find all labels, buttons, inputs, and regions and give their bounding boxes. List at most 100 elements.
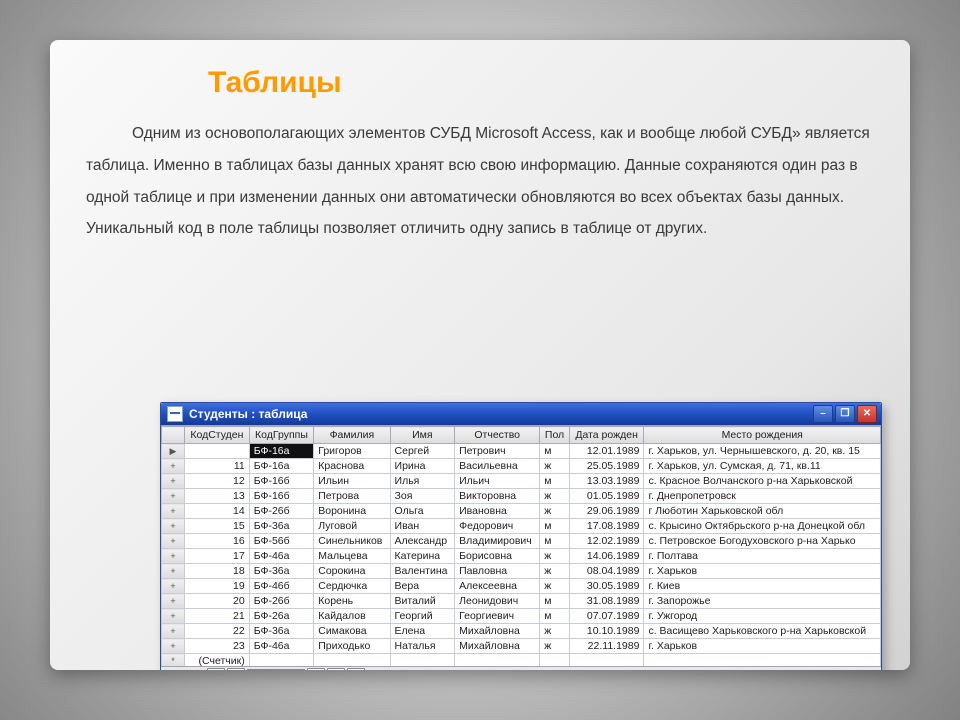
table-cell[interactable]: 16 <box>185 534 250 549</box>
table-cell[interactable]: ж <box>540 624 570 639</box>
nav-last-button[interactable]: ⏭ <box>327 668 345 670</box>
table-cell[interactable]: Сердючка <box>314 579 390 594</box>
nav-new-button[interactable]: ▶* <box>347 668 365 670</box>
table-cell[interactable] <box>249 654 314 667</box>
row-selector[interactable]: + <box>162 579 185 594</box>
row-selector[interactable]: + <box>162 504 185 519</box>
table-cell[interactable]: БФ-46а <box>249 639 314 654</box>
row-selector[interactable]: + <box>162 594 185 609</box>
table-cell[interactable]: Алексеевна <box>455 579 540 594</box>
row-selector[interactable]: + <box>162 474 185 489</box>
table-cell[interactable]: ж <box>540 489 570 504</box>
table-cell[interactable]: 12.01.1989 <box>569 444 644 459</box>
data-table[interactable]: КодСтуденКодГруппыФамилияИмяОтчествоПолД… <box>161 426 881 666</box>
table-cell[interactable]: БФ-16б <box>249 489 314 504</box>
table-row[interactable]: +17БФ-46аМальцеваКатеринаБорисовнаж14.06… <box>162 549 881 564</box>
row-selector[interactable]: + <box>162 639 185 654</box>
table-cell[interactable]: Владимирович <box>455 534 540 549</box>
minimize-button[interactable]: – <box>813 405 833 423</box>
table-cell[interactable]: Кайдалов <box>314 609 390 624</box>
table-cell[interactable]: 12.02.1989 <box>569 534 644 549</box>
column-header[interactable] <box>162 427 185 444</box>
table-cell[interactable]: Михайловна <box>455 624 540 639</box>
table-cell[interactable]: Виталий <box>390 594 455 609</box>
table-cell[interactable]: 13.03.1989 <box>569 474 644 489</box>
table-cell[interactable] <box>390 654 455 667</box>
table-cell[interactable]: 12 <box>185 474 250 489</box>
table-cell[interactable]: Павловна <box>455 564 540 579</box>
table-cell[interactable]: 22 <box>185 624 250 639</box>
table-cell[interactable]: м <box>540 594 570 609</box>
table-cell[interactable]: ж <box>540 564 570 579</box>
table-row[interactable]: +19БФ-46бСердючкаВераАлексеевнаж30.05.19… <box>162 579 881 594</box>
table-cell[interactable]: 19 <box>185 579 250 594</box>
table-cell[interactable]: 30.05.1989 <box>569 579 644 594</box>
table-cell[interactable]: Елена <box>390 624 455 639</box>
table-cell[interactable]: ж <box>540 459 570 474</box>
table-cell[interactable]: Валентина <box>390 564 455 579</box>
table-cell[interactable]: БФ-16а <box>249 459 314 474</box>
table-cell[interactable]: г. Харьков, ул. Сумская, д. 71, кв.11 <box>644 459 881 474</box>
table-cell[interactable]: 21 <box>185 609 250 624</box>
table-cell[interactable]: 18 <box>185 564 250 579</box>
table-cell[interactable]: м <box>540 519 570 534</box>
table-cell[interactable]: 10.10.1989 <box>569 624 644 639</box>
row-selector[interactable]: + <box>162 534 185 549</box>
table-cell[interactable]: БФ-16б <box>249 474 314 489</box>
table-cell[interactable]: 20 <box>185 594 250 609</box>
table-cell[interactable]: ж <box>540 579 570 594</box>
window-titlebar[interactable]: Студенты : таблица – ❐ ✕ <box>161 403 881 425</box>
column-header[interactable]: Пол <box>540 427 570 444</box>
table-cell[interactable]: г. Киев <box>644 579 881 594</box>
row-selector[interactable]: + <box>162 459 185 474</box>
row-selector[interactable]: + <box>162 564 185 579</box>
table-cell[interactable]: 22.11.1989 <box>569 639 644 654</box>
table-cell[interactable]: Илья <box>390 474 455 489</box>
table-row[interactable]: +21БФ-26аКайдаловГеоргийГеоргиевичм07.07… <box>162 609 881 624</box>
column-header[interactable]: Место рождения <box>644 427 881 444</box>
row-selector[interactable]: + <box>162 609 185 624</box>
table-cell[interactable]: Александр <box>390 534 455 549</box>
table-cell[interactable]: Леонидович <box>455 594 540 609</box>
row-selector[interactable]: + <box>162 519 185 534</box>
table-row[interactable]: +13БФ-16бПетроваЗояВикторовнаж01.05.1989… <box>162 489 881 504</box>
table-cell[interactable] <box>455 654 540 667</box>
table-cell[interactable]: 17.08.1989 <box>569 519 644 534</box>
nav-record-field[interactable]: 1 <box>247 669 305 670</box>
table-cell[interactable]: Сорокина <box>314 564 390 579</box>
table-cell[interactable] <box>569 654 644 667</box>
table-cell[interactable]: 11 <box>185 459 250 474</box>
table-cell[interactable]: м <box>540 609 570 624</box>
nav-prev-button[interactable]: ◀ <box>227 668 245 670</box>
table-cell[interactable]: Симакова <box>314 624 390 639</box>
table-cell[interactable]: БФ-36а <box>249 564 314 579</box>
table-cell[interactable]: Вера <box>390 579 455 594</box>
table-cell[interactable]: 29.06.1989 <box>569 504 644 519</box>
table-cell[interactable]: БФ-56б <box>249 534 314 549</box>
column-header[interactable]: КодСтуден <box>185 427 250 444</box>
table-cell[interactable]: Георгий <box>390 609 455 624</box>
table-cell[interactable]: 01.05.1989 <box>569 489 644 504</box>
column-header[interactable]: Дата рожден <box>569 427 644 444</box>
table-cell[interactable]: БФ-36а <box>249 519 314 534</box>
nav-first-button[interactable]: ⏮ <box>207 668 225 670</box>
table-cell[interactable]: с. Крысино Октябрьского р-на Донецкой об… <box>644 519 881 534</box>
table-cell[interactable]: г. Ужгород <box>644 609 881 624</box>
close-button[interactable]: ✕ <box>857 405 877 423</box>
table-cell[interactable]: ж <box>540 549 570 564</box>
table-cell[interactable]: г. Харьков <box>644 564 881 579</box>
table-cell[interactable]: 31.08.1989 <box>569 594 644 609</box>
table-row[interactable]: +16БФ-56бСинельниковАлександрВладимирови… <box>162 534 881 549</box>
row-selector[interactable]: + <box>162 549 185 564</box>
table-cell[interactable]: БФ-46б <box>249 579 314 594</box>
table-cell[interactable]: Петрова <box>314 489 390 504</box>
table-cell[interactable]: с. Петровское Богодуховского р-на Харько <box>644 534 881 549</box>
table-cell[interactable]: Наталья <box>390 639 455 654</box>
table-row[interactable]: +15БФ-36аЛуговойИванФедоровичм17.08.1989… <box>162 519 881 534</box>
row-selector[interactable]: + <box>162 489 185 504</box>
table-cell[interactable]: Георгиевич <box>455 609 540 624</box>
table-cell[interactable]: 07.07.1989 <box>569 609 644 624</box>
column-header[interactable]: Отчество <box>455 427 540 444</box>
table-cell[interactable]: БФ-36а <box>249 624 314 639</box>
table-cell[interactable]: с. Васищево Харьковского р-на Харьковско… <box>644 624 881 639</box>
